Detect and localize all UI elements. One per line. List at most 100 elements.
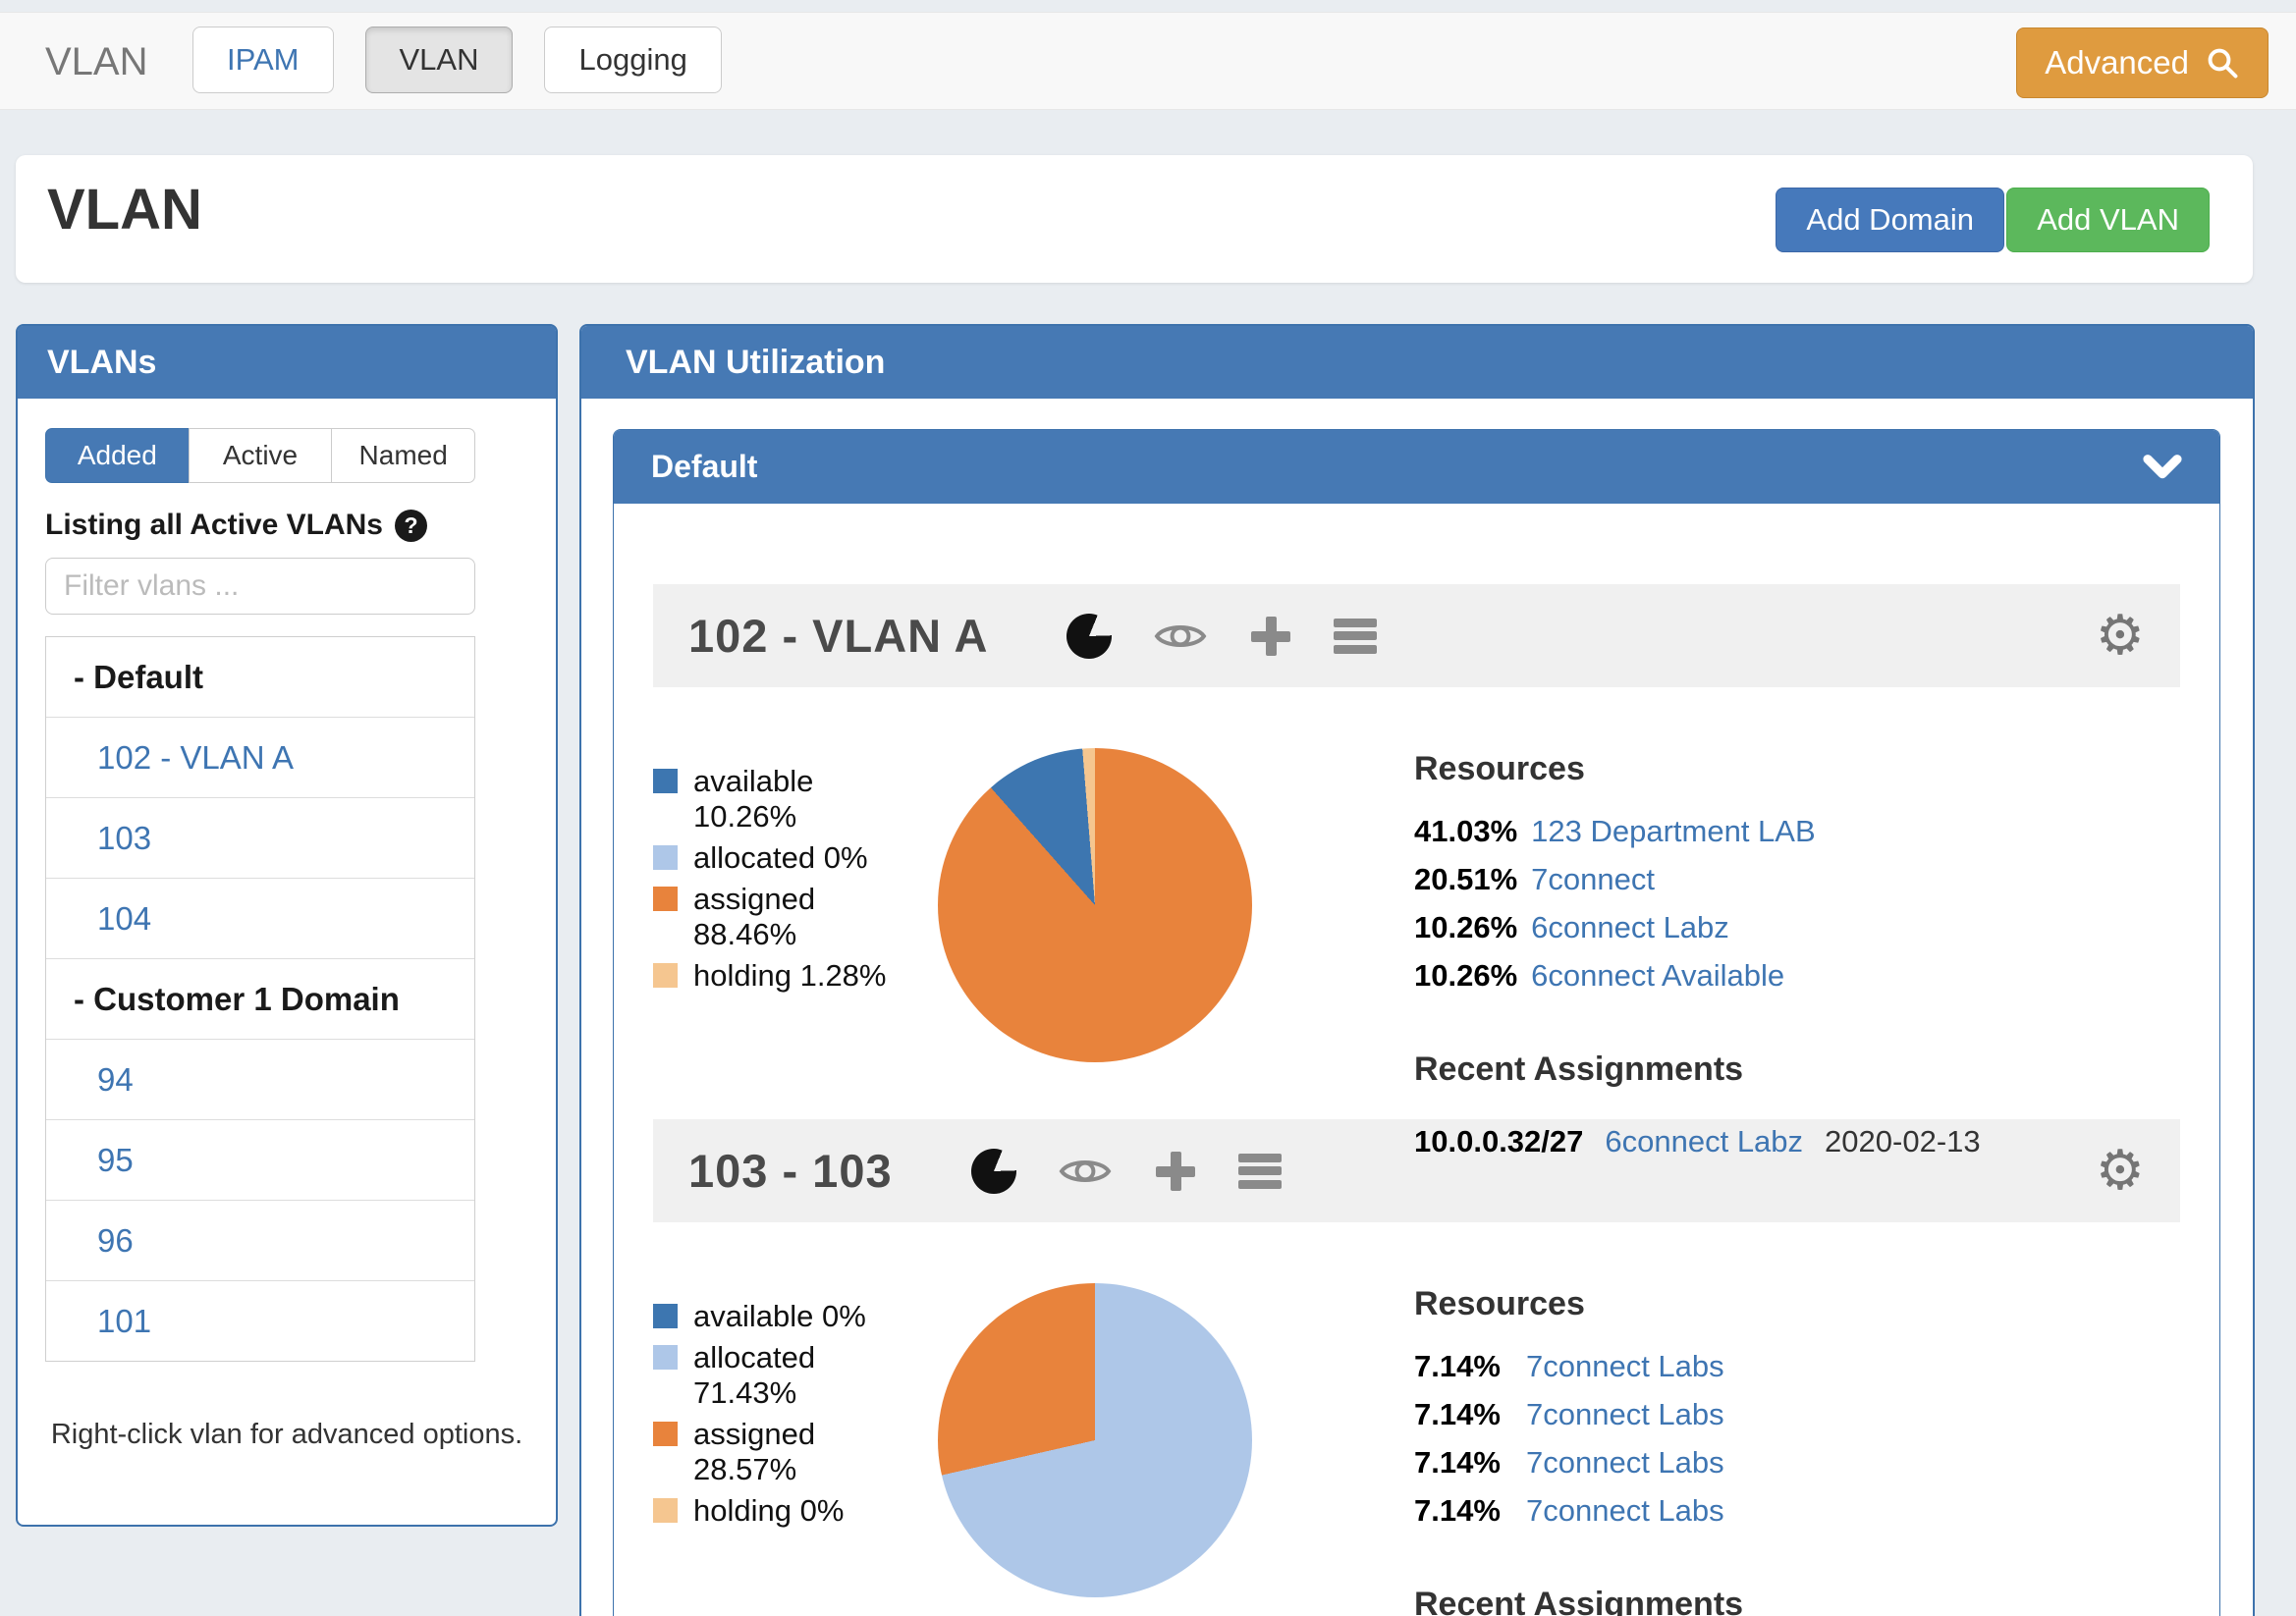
- vlan-card-103-legend: available 0% allocated 71.43% assigned 2…: [653, 1299, 918, 1616]
- vlan-list-item-102[interactable]: 102 - VLAN A: [46, 718, 474, 798]
- pie-chart-icon[interactable]: [1066, 614, 1112, 659]
- vlan-page: VLAN IPAM VLAN Logging Advanced VLAN Add…: [0, 0, 2296, 1616]
- vlan-card-103: 103 - 103: [653, 1119, 2180, 1616]
- eye-icon[interactable]: [1058, 1153, 1113, 1190]
- vlan-utilization-title: VLAN Utilization: [581, 326, 2253, 399]
- legend-swatch-holding: [653, 963, 678, 988]
- vlan-card-103-body: available 0% allocated 71.43% assigned 2…: [653, 1222, 2180, 1616]
- assignment-date: 2020-02-13: [1825, 1124, 1981, 1158]
- tab-named[interactable]: Named: [331, 428, 475, 483]
- resources-rows: 41.03%123 Department LAB 20.51%7connect …: [1414, 814, 2160, 994]
- tab-logging[interactable]: Logging: [544, 27, 721, 93]
- resource-link[interactable]: 123 Department LAB: [1531, 814, 1816, 848]
- vlan-card-102-body: available 10.26% allocated 0% assigned 8…: [653, 687, 2180, 1119]
- tab-added[interactable]: Added: [45, 428, 190, 483]
- filter-vlans-input[interactable]: [45, 558, 475, 615]
- legend-swatch-allocated: [653, 1345, 678, 1370]
- legend-swatch-assigned: [653, 887, 678, 911]
- legend-label: available 0%: [693, 1299, 866, 1334]
- gear-icon[interactable]: ⚙: [2096, 609, 2145, 664]
- legend-swatch-available: [653, 769, 678, 793]
- resources-rows: 7.14% 7connect Labs 7.14% 7connect Labs 7.…: [1414, 1349, 2160, 1529]
- vlan-list-item-95[interactable]: 95: [46, 1120, 474, 1201]
- vlan-list: - Default 102 - VLAN A 103 104 - Custome…: [45, 636, 475, 1362]
- vlan-card-102: 102 - VLAN A: [653, 584, 2180, 1119]
- vlan-card-102-header: 102 - VLAN A: [653, 584, 2180, 687]
- advanced-label: Advanced: [2045, 44, 2189, 81]
- resource-row: 7.14% 7connect Labs: [1414, 1493, 2160, 1529]
- tab-vlan[interactable]: VLAN: [365, 27, 514, 93]
- legend-row-allocated: allocated 0%: [653, 840, 918, 876]
- recent-assignment-row: 10.0.0.32/276connect Labz2020-02-13: [1414, 1124, 2160, 1159]
- vlan-list-item-96[interactable]: 96: [46, 1201, 474, 1281]
- vlan-list-item-104[interactable]: 104: [46, 879, 474, 959]
- resource-link[interactable]: 7connect Labs: [1526, 1349, 1724, 1383]
- list-bars-icon[interactable]: [1238, 1154, 1282, 1189]
- vlan-card-102-title: 102 - VLAN A: [688, 609, 988, 663]
- vlan-list-item-101[interactable]: 101: [46, 1281, 474, 1361]
- vlan-list-domain-default[interactable]: - Default: [46, 637, 474, 718]
- advanced-search-button[interactable]: Advanced: [2016, 27, 2269, 98]
- page-header-card: VLAN Add Domain Add VLAN: [16, 155, 2253, 283]
- recent-assignments-heading: Recent Assignments: [1414, 1050, 2160, 1089]
- domain-group-default: Default 102 - VLAN A: [613, 429, 2220, 1616]
- gear-icon[interactable]: ⚙: [2096, 1144, 2145, 1199]
- vlan-list-domain-customer1[interactable]: - Customer 1 Domain: [46, 959, 474, 1040]
- tab-active[interactable]: Active: [189, 428, 333, 483]
- navbar-tabs: IPAM VLAN Logging: [192, 27, 722, 93]
- legend-swatch-assigned: [653, 1422, 678, 1446]
- search-icon: [2205, 45, 2240, 81]
- eye-icon[interactable]: [1153, 618, 1208, 655]
- legend-label: holding 0%: [693, 1493, 844, 1529]
- top-navbar: VLAN IPAM VLAN Logging Advanced: [0, 12, 2296, 110]
- domain-group-title: Default: [651, 449, 757, 485]
- resource-link[interactable]: 6connect Available: [1531, 958, 1784, 993]
- legend-swatch-allocated: [653, 845, 678, 870]
- resource-percent: 7.14%: [1414, 1493, 1512, 1529]
- vlan-card-102-details: Resources 41.03%123 Department LAB 20.51…: [1414, 750, 2160, 1119]
- pie-chart-icon[interactable]: [971, 1149, 1016, 1194]
- resource-link[interactable]: 7connect Labs: [1526, 1397, 1724, 1431]
- resource-link[interactable]: 7connect: [1531, 862, 1655, 896]
- vlan-card-102-toolbar: [1066, 614, 1377, 659]
- plus-icon[interactable]: [1154, 1150, 1197, 1193]
- resources-heading: Resources: [1414, 1285, 2160, 1323]
- vlans-panel-title: VLANs: [18, 326, 556, 399]
- resource-row: 7.14% 7connect Labs: [1414, 1445, 2160, 1481]
- vlan-card-102-legend: available 10.26% allocated 0% assigned 8…: [653, 764, 918, 1119]
- list-bars-icon[interactable]: [1334, 619, 1377, 654]
- utilization-pie-chart-102: [938, 748, 1252, 1062]
- plus-icon[interactable]: [1249, 615, 1292, 658]
- legend-swatch-available: [653, 1304, 678, 1328]
- legend-row-available: available 10.26%: [653, 764, 918, 835]
- help-question-icon[interactable]: ?: [395, 510, 427, 542]
- utilization-pie-chart-103: [938, 1283, 1252, 1597]
- listing-label-row: Listing all Active VLANs ?: [45, 509, 528, 542]
- legend-row-available: available 0%: [653, 1299, 918, 1334]
- resources-heading: Resources: [1414, 750, 2160, 788]
- resource-link[interactable]: 7connect Labs: [1526, 1493, 1724, 1528]
- resource-row: 20.51%7connect: [1414, 862, 2160, 897]
- resource-link[interactable]: 6connect Labz: [1531, 910, 1729, 944]
- resource-link[interactable]: 7connect Labs: [1526, 1445, 1724, 1480]
- resource-row: 7.14% 7connect Labs: [1414, 1349, 2160, 1384]
- domain-group-header[interactable]: Default: [614, 430, 2219, 504]
- resource-percent: 7.14%: [1414, 1397, 1512, 1432]
- resource-row: 10.26%6connect Available: [1414, 958, 2160, 994]
- resource-percent: 7.14%: [1414, 1445, 1512, 1481]
- legend-label: assigned 88.46%: [693, 882, 918, 952]
- vlan-list-item-94[interactable]: 94: [46, 1040, 474, 1120]
- assignment-link[interactable]: 6connect Labz: [1605, 1124, 1803, 1158]
- chevron-down-icon[interactable]: [2143, 454, 2182, 481]
- tab-ipam[interactable]: IPAM: [192, 27, 334, 93]
- resource-percent: 7.14%: [1414, 1349, 1512, 1384]
- navbar-brand: VLAN: [45, 40, 148, 84]
- add-vlan-button[interactable]: Add VLAN: [2006, 188, 2210, 252]
- vlan-list-item-103[interactable]: 103: [46, 798, 474, 879]
- legend-row-allocated: allocated 71.43%: [653, 1340, 918, 1411]
- vlan-card-103-toolbar: [971, 1149, 1282, 1194]
- add-domain-button[interactable]: Add Domain: [1776, 188, 2004, 252]
- legend-label: assigned 28.57%: [693, 1417, 918, 1487]
- listing-label: Listing all Active VLANs: [45, 509, 383, 542]
- legend-label: available 10.26%: [693, 764, 918, 835]
